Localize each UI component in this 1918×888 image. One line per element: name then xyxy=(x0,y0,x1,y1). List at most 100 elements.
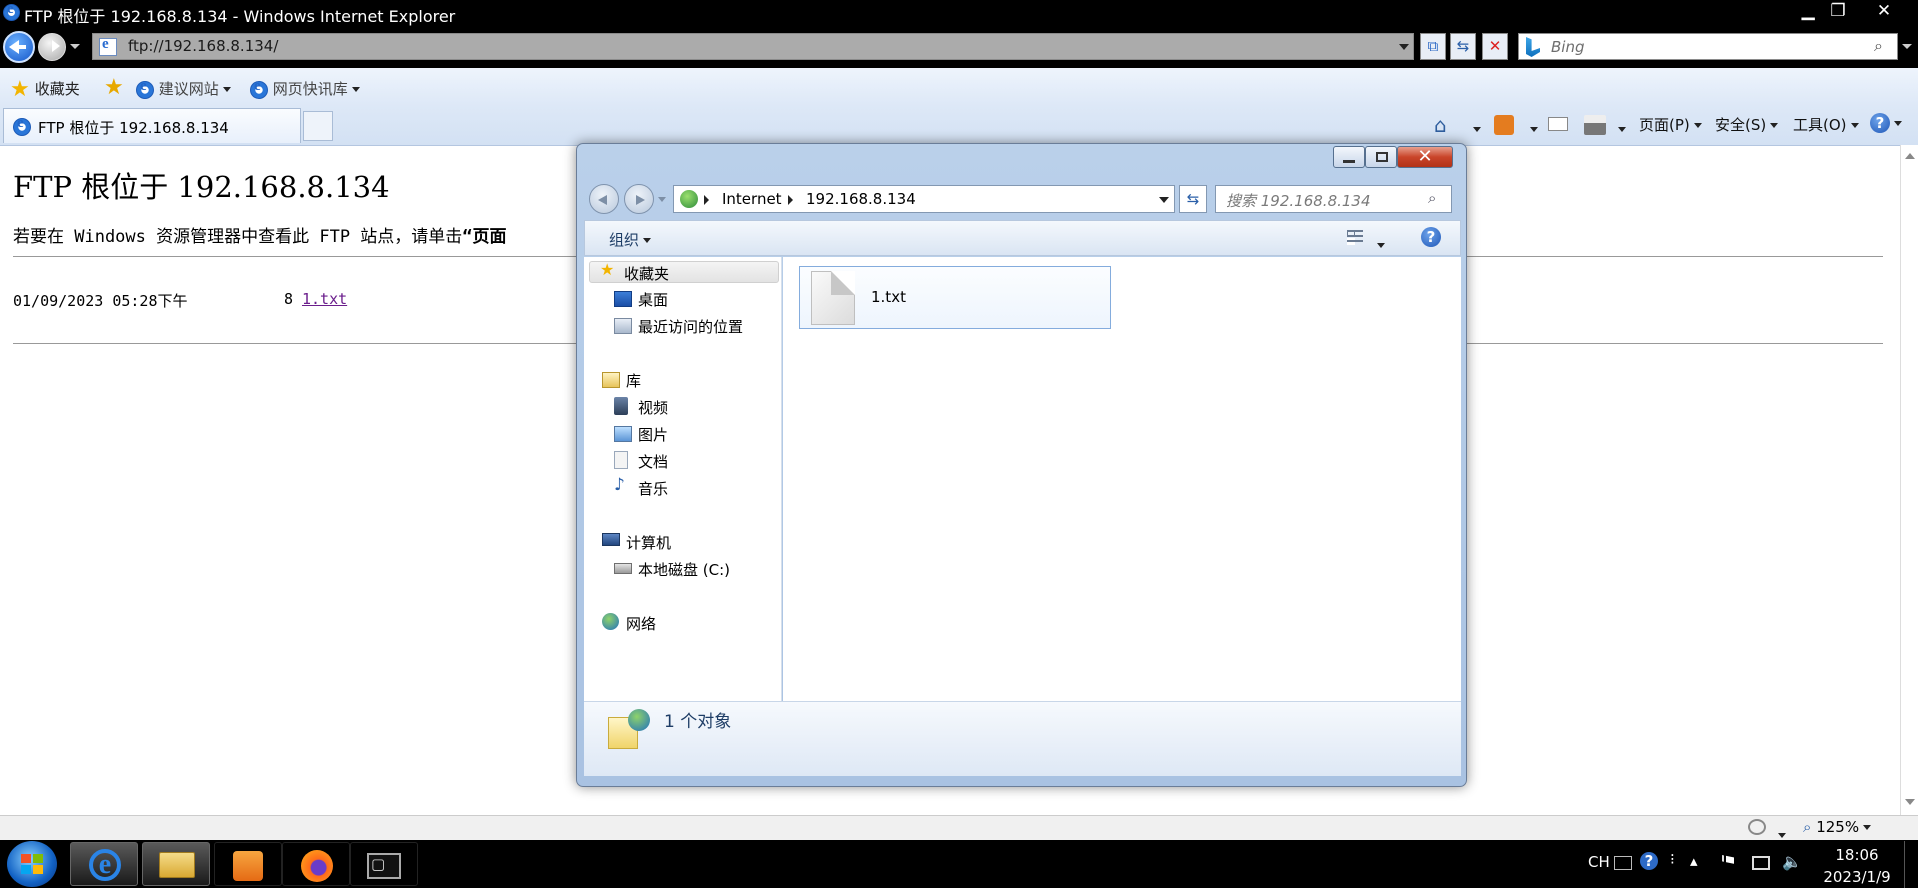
taskbar-explorer[interactable] xyxy=(142,842,210,886)
home-icon[interactable]: ⌂ xyxy=(1434,113,1458,137)
search-box[interactable]: Bing ⌕ xyxy=(1518,33,1898,60)
explorer-forward-button[interactable] xyxy=(624,184,654,214)
view-list-icon xyxy=(1347,230,1363,244)
print-icon[interactable] xyxy=(1584,115,1606,135)
system-clock[interactable]: 18:06 2023/1/9 xyxy=(1818,844,1896,888)
show-hidden-icons[interactable]: ▴ xyxy=(1690,852,1698,870)
recent-pages-dropdown[interactable] xyxy=(70,44,80,49)
address-bar[interactable]: ftp://192.168.8.134/ xyxy=(92,33,1414,60)
page-menu[interactable]: 页面(P) xyxy=(1639,114,1702,135)
input-language[interactable]: CH xyxy=(1588,853,1610,871)
print-dropdown[interactable] xyxy=(1614,120,1626,138)
search-options-dropdown[interactable] xyxy=(1902,44,1912,49)
close-button[interactable]: ✕ xyxy=(1864,0,1904,22)
nav-libraries[interactable]: 库 xyxy=(602,370,641,391)
scroll-down-icon[interactable] xyxy=(1905,799,1915,805)
view-dropdown[interactable] xyxy=(1373,236,1385,254)
taskbar-ie[interactable]: e xyxy=(70,842,138,886)
maximize-button[interactable]: ❐ xyxy=(1818,0,1858,22)
network-icon[interactable] xyxy=(1752,856,1770,870)
terminal-icon: ▢ xyxy=(367,853,401,879)
tools-menu[interactable]: 工具(O) xyxy=(1793,114,1859,135)
taskbar-media-player[interactable] xyxy=(214,842,282,886)
search-icon[interactable]: ⌕ xyxy=(1874,36,1883,56)
back-button[interactable] xyxy=(3,31,35,63)
feeds-dropdown[interactable] xyxy=(1526,120,1538,138)
compatibility-view-button[interactable]: ⧉ xyxy=(1420,33,1446,60)
safety-menu[interactable]: 安全(S) xyxy=(1715,114,1779,135)
taskbar-firefox[interactable] xyxy=(282,842,350,886)
stop-button[interactable]: ✕ xyxy=(1482,33,1508,60)
page-scrollbar[interactable] xyxy=(1900,145,1918,815)
explorer-maximize-button[interactable] xyxy=(1365,146,1397,168)
start-button[interactable] xyxy=(7,841,57,887)
listing-file-link[interactable]: 1.txt xyxy=(302,290,347,308)
help-icon[interactable]: ? xyxy=(1421,227,1441,247)
clock-time: 18:06 xyxy=(1835,846,1879,864)
web-slice-gallery-link[interactable]: 网页快讯库 xyxy=(250,78,360,99)
explorer-history-dropdown[interactable] xyxy=(658,197,666,202)
volume-icon[interactable]: 🔈 xyxy=(1782,852,1802,871)
forward-button[interactable] xyxy=(38,33,66,61)
mail-icon[interactable] xyxy=(1548,117,1568,131)
language-help-icon[interactable]: ? xyxy=(1640,852,1658,870)
search-icon[interactable]: ⌕ xyxy=(1428,189,1436,207)
nav-network[interactable]: 网络 xyxy=(602,613,656,634)
change-view-button[interactable] xyxy=(1345,227,1367,247)
nav-desktop[interactable]: 桌面 xyxy=(614,289,668,310)
help-menu[interactable]: ? xyxy=(1870,113,1902,133)
file-item[interactable]: 1.txt xyxy=(799,266,1111,329)
zoom-level[interactable]: ⌕ 125% xyxy=(1803,818,1872,836)
nav-videos[interactable]: 视频 xyxy=(614,397,668,418)
protected-mode-icon[interactable] xyxy=(1748,819,1766,835)
refresh-icon: ⇆ xyxy=(1456,37,1470,55)
explorer-address-bar[interactable]: Internet 192.168.8.134 xyxy=(673,185,1175,213)
organize-button[interactable]: 组织 xyxy=(609,229,652,250)
explorer-minimize-button[interactable] xyxy=(1333,146,1365,168)
minimize-icon xyxy=(1343,160,1355,163)
breadcrumb-arrow-icon[interactable] xyxy=(788,195,793,205)
explorer-close-button[interactable]: ✕ xyxy=(1397,146,1453,168)
page-note-bold: “页面 xyxy=(462,227,507,247)
chevron-down-icon xyxy=(1770,123,1779,128)
show-desktop-button[interactable] xyxy=(1904,841,1918,888)
tab-label: FTP 根位于 192.168.8.134 xyxy=(38,119,229,137)
address-dropdown-icon[interactable] xyxy=(1159,197,1169,203)
video-icon xyxy=(614,397,628,415)
chevron-down-icon xyxy=(1894,120,1902,126)
home-dropdown[interactable] xyxy=(1469,120,1481,138)
nav-documents[interactable]: 文档 xyxy=(614,451,668,472)
breadcrumb-arrow-icon[interactable] xyxy=(704,195,709,205)
tab-ftp[interactable]: FTP 根位于 192.168.8.134 xyxy=(3,108,301,143)
rss-feed-icon[interactable] xyxy=(1494,115,1514,135)
ftp-site-icon xyxy=(606,709,652,759)
nav-local-disk[interactable]: 本地磁盘 (C:) xyxy=(614,559,730,580)
globe-shape xyxy=(628,709,650,731)
scroll-up-icon[interactable] xyxy=(1905,153,1915,159)
nav-computer[interactable]: 计算机 xyxy=(602,532,671,553)
nav-recent-places[interactable]: 最近访问的位置 xyxy=(614,316,743,337)
add-favorite-button[interactable]: ★ xyxy=(104,77,124,99)
explorer-search-box[interactable]: 搜索 192.168.8.134 ⌕ xyxy=(1215,185,1452,213)
language-settings-icon[interactable]: ⁝ xyxy=(1670,850,1675,868)
explorer-back-button[interactable] xyxy=(589,184,619,214)
favorites-button[interactable]: ★ 收藏夹 xyxy=(10,78,80,100)
keyboard-icon[interactable] xyxy=(1614,856,1632,870)
new-tab-button[interactable] xyxy=(303,111,333,141)
suggested-sites-link[interactable]: 建议网站 xyxy=(136,78,231,99)
media-player-icon xyxy=(233,851,263,881)
nav-music[interactable]: ♪ 音乐 xyxy=(614,477,668,499)
refresh-button[interactable]: ⇆ xyxy=(1450,33,1476,60)
breadcrumb-internet[interactable]: Internet xyxy=(722,190,782,208)
explorer-refresh-button[interactable]: ⇆ xyxy=(1179,185,1207,213)
breadcrumb-host[interactable]: 192.168.8.134 xyxy=(806,190,916,208)
desktop-icon xyxy=(614,291,632,307)
address-input[interactable]: ftp://192.168.8.134/ xyxy=(128,37,278,55)
address-dropdown-icon[interactable] xyxy=(1399,44,1409,50)
maximize-icon xyxy=(1376,152,1388,162)
nav-favorites[interactable]: ★ 收藏夹 xyxy=(600,262,669,284)
ie-title-bar: FTP 根位于 192.168.8.134 - Windows Internet… xyxy=(0,0,1918,26)
nav-pictures[interactable]: 图片 xyxy=(614,424,668,445)
web-slice-gallery-label: 网页快讯库 xyxy=(272,80,348,98)
taskbar-cmd[interactable]: ▢ xyxy=(350,842,418,886)
